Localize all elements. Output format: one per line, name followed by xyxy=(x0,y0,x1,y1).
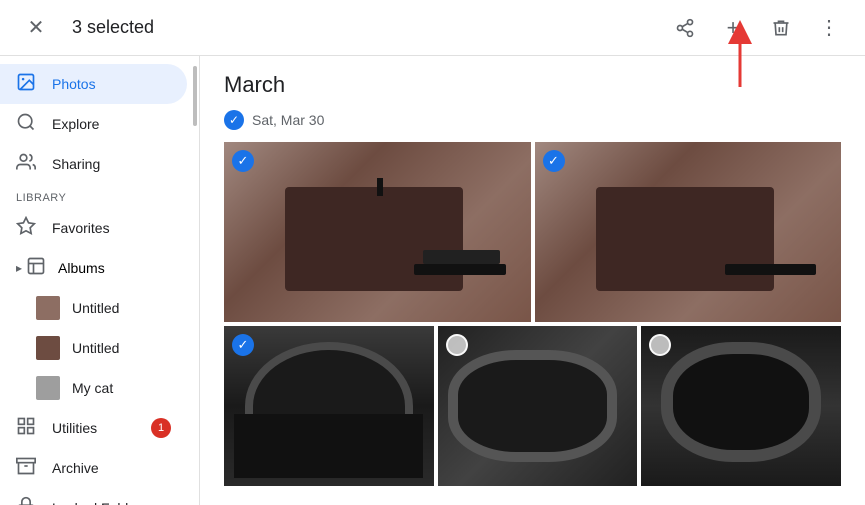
albums-expand-icon: ▸ xyxy=(16,261,22,275)
mycat-thumb xyxy=(36,376,60,400)
untitled1-thumb xyxy=(36,296,60,320)
sidebar-item-utilities[interactable]: Utilities 1 xyxy=(0,408,187,448)
scroll-track xyxy=(193,66,197,126)
archive-icon xyxy=(16,456,36,481)
utilities-badge: 1 xyxy=(151,418,171,438)
photo-3-select-check: ✓ xyxy=(232,334,254,356)
close-button[interactable]: ✕ xyxy=(16,8,56,48)
albums-label: Albums xyxy=(58,260,105,276)
explore-icon xyxy=(16,112,36,137)
photo-item-2[interactable]: ✓ xyxy=(535,142,842,322)
mycat-label: My cat xyxy=(72,380,113,396)
photos-row-2: ✓ xyxy=(224,326,841,486)
photos-label: Photos xyxy=(52,76,96,92)
albums-icon xyxy=(26,256,46,281)
explore-label: Explore xyxy=(52,116,99,132)
sidebar-item-explore[interactable]: Explore xyxy=(0,104,187,144)
date-row: ✓ Sat, Mar 30 xyxy=(224,110,841,130)
sidebar-item-locked[interactable]: Locked Folder xyxy=(0,488,187,505)
photo-item-3[interactable]: ✓ xyxy=(224,326,434,486)
sidebar-item-mycat[interactable]: My cat xyxy=(0,368,187,408)
sidebar-item-archive[interactable]: Archive xyxy=(0,448,187,488)
selected-count-label: 3 selected xyxy=(72,17,154,38)
sharing-icon xyxy=(16,152,36,177)
photo-item-5[interactable] xyxy=(641,326,841,486)
photo-bg-3 xyxy=(224,326,434,486)
photo-bg-4 xyxy=(438,326,638,486)
date-check-icon: ✓ xyxy=(224,110,244,130)
photo-4-select-check xyxy=(446,334,468,356)
more-icon: ⋮ xyxy=(819,15,839,40)
month-title: March xyxy=(224,72,841,98)
photo-bg-1 xyxy=(224,142,531,322)
sidebar-item-untitled1[interactable]: Untitled xyxy=(0,288,187,328)
favorites-icon xyxy=(16,216,36,241)
photo-item-4[interactable] xyxy=(438,326,638,486)
lock-icon xyxy=(16,496,36,505)
check-symbol: ✓ xyxy=(229,113,239,127)
utilities-label: Utilities xyxy=(52,420,97,436)
header-left: ✕ 3 selected xyxy=(16,8,154,48)
sidebar-item-favorites[interactable]: Favorites xyxy=(0,208,187,248)
favorites-label: Favorites xyxy=(52,220,110,236)
sharing-label: Sharing xyxy=(52,156,100,172)
library-section-label: Library xyxy=(0,184,199,208)
photo-2-select-check: ✓ xyxy=(543,150,565,172)
archive-label: Archive xyxy=(52,460,99,476)
main-content: March ✓ Sat, Mar 30 ✓ xyxy=(200,56,865,505)
photo-item-1[interactable]: ✓ xyxy=(224,142,531,322)
sidebar: Photos Explore Sharing Library xyxy=(0,56,200,505)
photos-row-1: ✓ ✓ xyxy=(224,142,841,322)
share-button[interactable] xyxy=(665,8,705,48)
add-button[interactable]: + xyxy=(713,8,753,48)
sidebar-content: Photos Explore Sharing Library xyxy=(0,56,200,505)
share-icon xyxy=(675,18,695,38)
date-label: Sat, Mar 30 xyxy=(252,112,324,128)
layout: Photos Explore Sharing Library xyxy=(0,56,865,505)
untitled2-thumb xyxy=(36,336,60,360)
delete-button[interactable] xyxy=(761,8,801,48)
more-button[interactable]: ⋮ xyxy=(809,8,849,48)
photo-bg-5 xyxy=(641,326,841,486)
photo-1-select-check: ✓ xyxy=(232,150,254,172)
untitled2-label: Untitled xyxy=(72,340,119,356)
sidebar-item-albums[interactable]: ▸ Albums xyxy=(0,248,187,288)
untitled1-label: Untitled xyxy=(72,300,119,316)
photo-bg-2 xyxy=(535,142,842,322)
sidebar-item-sharing[interactable]: Sharing xyxy=(0,144,187,184)
header: ✕ 3 selected + ⋮ xyxy=(0,0,865,56)
utilities-icon xyxy=(16,416,36,441)
locked-label: Locked Folder xyxy=(52,500,141,505)
trash-icon xyxy=(771,18,791,38)
sidebar-item-photos[interactable]: Photos xyxy=(0,64,187,104)
sidebar-item-untitled2[interactable]: Untitled xyxy=(0,328,187,368)
photos-icon xyxy=(16,72,36,97)
add-icon: + xyxy=(727,15,740,41)
close-icon: ✕ xyxy=(28,15,45,40)
header-actions: + ⋮ xyxy=(665,8,849,48)
